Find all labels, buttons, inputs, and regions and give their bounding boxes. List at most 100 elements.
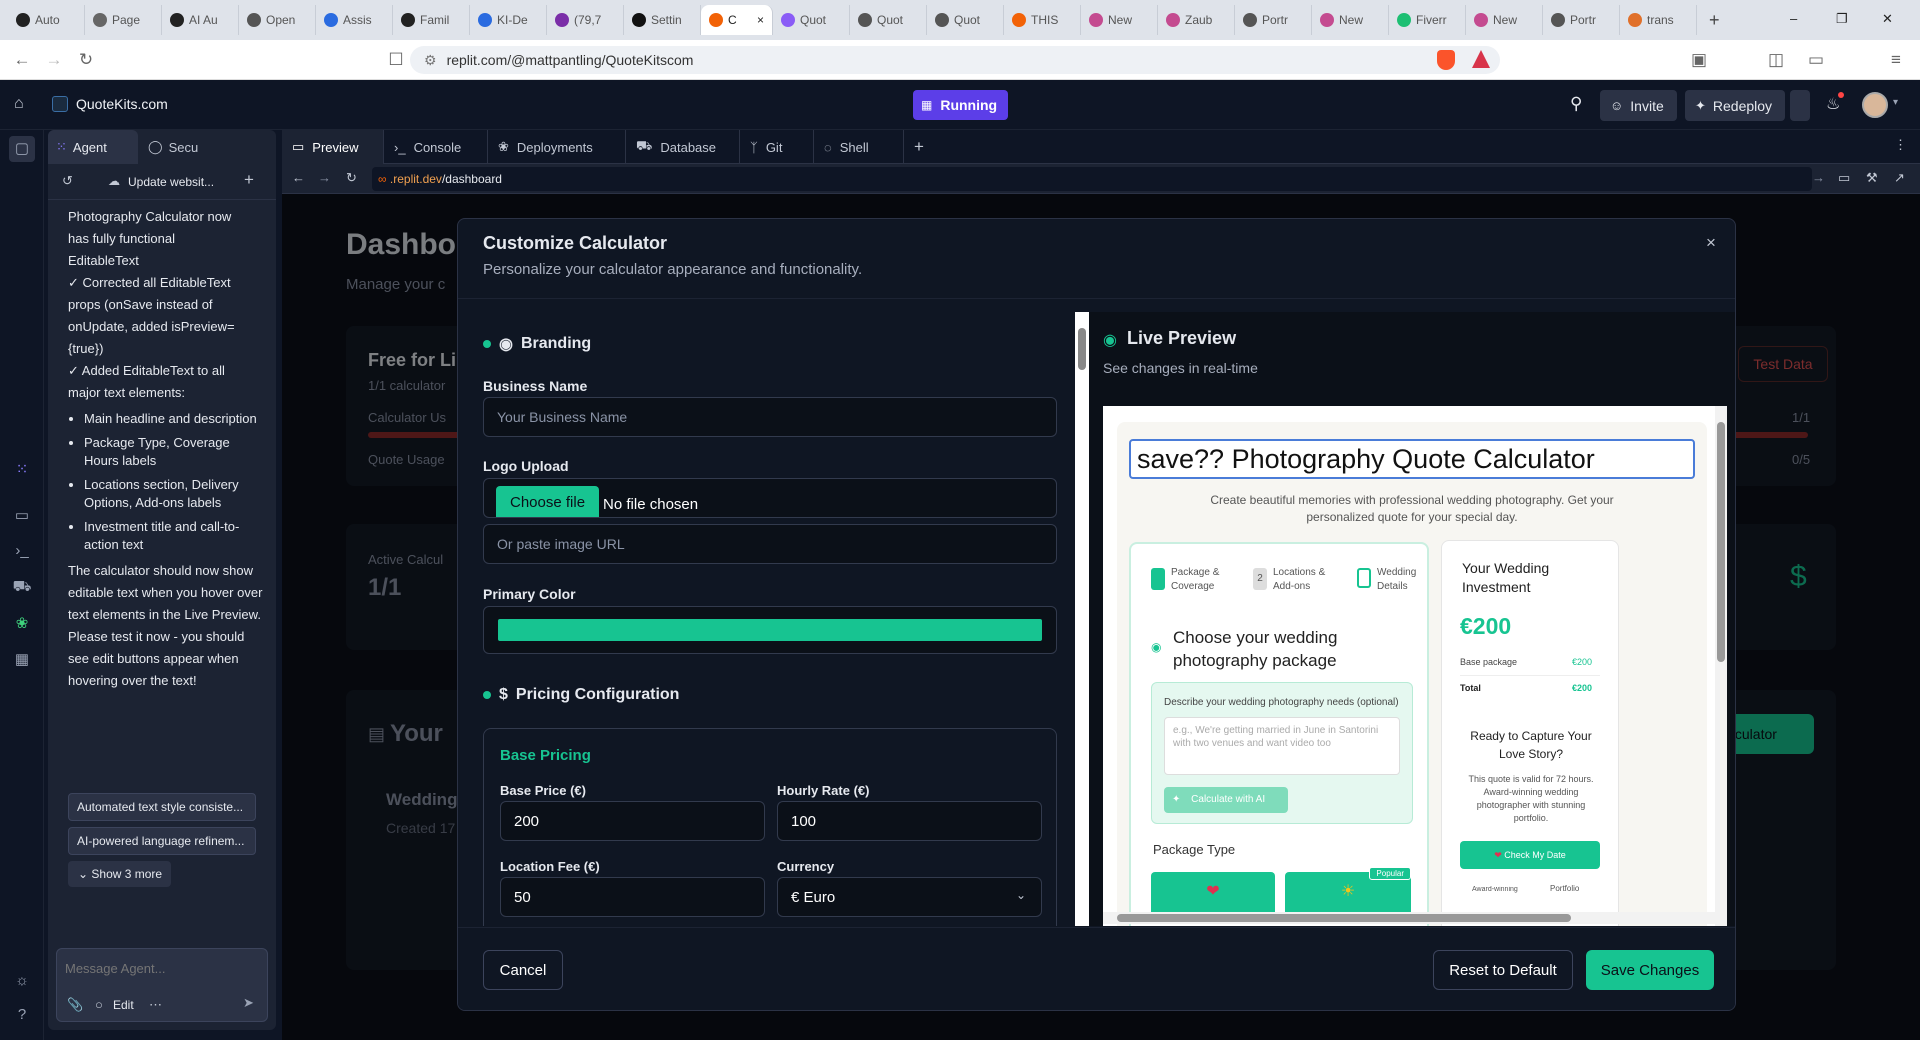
- history-icon[interactable]: ↺: [62, 173, 73, 189]
- browser-tab[interactable]: Portr: [1543, 5, 1620, 35]
- new-thread-icon[interactable]: +: [244, 170, 254, 190]
- browser-tab[interactable]: Zaub: [1158, 5, 1235, 35]
- browser-tab[interactable]: Settin: [624, 5, 701, 35]
- deployments-icon[interactable]: ❀: [12, 614, 32, 634]
- reload-icon[interactable]: ↻: [346, 170, 357, 186]
- reload-icon[interactable]: ↻: [70, 50, 102, 70]
- redeploy-button[interactable]: ✦ Redeploy: [1685, 90, 1785, 121]
- sidebar-icon[interactable]: ◫: [1760, 50, 1792, 70]
- run-button[interactable]: ▦ Running: [913, 90, 1008, 120]
- agent-icon[interactable]: ⁙: [12, 460, 32, 480]
- tab-security[interactable]: ◯ Secu: [140, 130, 206, 164]
- browser-tab[interactable]: Quot: [927, 5, 1004, 35]
- monitor-icon[interactable]: ▭: [12, 506, 32, 526]
- logo-file-input[interactable]: Choose file No file chosen: [483, 478, 1057, 518]
- preview-hscrollbar[interactable]: [1103, 912, 1727, 924]
- primary-color-input[interactable]: [483, 606, 1057, 654]
- attach-icon[interactable]: 📎: [67, 997, 83, 1013]
- reset-button[interactable]: Reset to Default: [1433, 950, 1573, 990]
- extensions-icon[interactable]: ▣: [1683, 50, 1715, 70]
- browser-tab[interactable]: Auto: [8, 5, 85, 35]
- browser-tab[interactable]: Fiverr: [1389, 5, 1466, 35]
- close-window-icon[interactable]: ✕: [1882, 11, 1893, 27]
- wallet-icon[interactable]: ▭: [1800, 50, 1832, 70]
- browser-tab[interactable]: New: [1081, 5, 1158, 35]
- lp-scroll-left[interactable]: [1075, 312, 1089, 926]
- terminal-icon[interactable]: ›_: [12, 542, 32, 562]
- tab-agent[interactable]: ⁙ Agent: [48, 130, 138, 164]
- check-date-button[interactable]: ❤ Check My Date: [1460, 841, 1600, 869]
- browser-tab[interactable]: Open: [239, 5, 316, 35]
- cancel-button[interactable]: Cancel: [483, 950, 563, 990]
- package-option-1[interactable]: ❤: [1151, 872, 1275, 912]
- url-field[interactable]: ⚙ replit.com/@mattpantling/QuoteKitscom: [410, 46, 1500, 74]
- settings-sliders-icon[interactable]: ⋯: [149, 997, 162, 1013]
- save-button[interactable]: Save Changes: [1586, 950, 1714, 990]
- send-icon[interactable]: ➤: [243, 995, 254, 1011]
- menu-icon[interactable]: ≡: [1880, 50, 1912, 70]
- browser-tab[interactable]: C ×: [701, 5, 773, 35]
- forward-icon[interactable]: →: [38, 50, 70, 70]
- close-tab-icon[interactable]: ×: [757, 13, 764, 27]
- thread-title[interactable]: Update websit...: [128, 175, 214, 189]
- brave-rewards-icon[interactable]: [1472, 50, 1490, 68]
- open-arrow-icon[interactable]: →: [1812, 170, 1825, 185]
- deploy-menu-icon[interactable]: [1790, 90, 1810, 121]
- add-tab-icon[interactable]: +: [914, 137, 924, 157]
- location-fee-input[interactable]: 50: [500, 877, 765, 917]
- preview-url-field[interactable]: ∞ .replit.dev/dashboard: [372, 167, 1812, 191]
- search-icon[interactable]: ⚲: [1570, 94, 1582, 114]
- avatar[interactable]: [1862, 92, 1888, 118]
- ai-calc-button[interactable]: ✦ Calculate with AI: [1164, 787, 1288, 813]
- tab-database[interactable]: ⛟ Database: [626, 130, 740, 164]
- chevron-down-icon[interactable]: ▾: [1893, 97, 1898, 108]
- back-icon[interactable]: ←: [6, 50, 38, 70]
- browser-tab[interactable]: KI-De: [470, 5, 547, 35]
- browser-tab[interactable]: trans: [1620, 5, 1697, 35]
- new-window-icon[interactable]: ↗: [1894, 170, 1905, 186]
- browser-tab[interactable]: Assis: [316, 5, 393, 35]
- preview-vscrollbar[interactable]: [1715, 406, 1727, 926]
- site-info-icon[interactable]: ⚙: [424, 52, 437, 69]
- browser-tab[interactable]: Famil: [393, 5, 470, 35]
- calc-headline[interactable]: save?? Photography Quote Calculator: [1129, 439, 1695, 479]
- message-input[interactable]: [65, 957, 255, 979]
- browser-tab[interactable]: Quot: [850, 5, 927, 35]
- show-more-button[interactable]: ⌄ Show 3 more: [68, 861, 171, 887]
- message-box[interactable]: 📎 ○ Edit ⋯ ➤: [56, 948, 268, 1022]
- database-icon[interactable]: ⛟: [12, 578, 32, 598]
- home-icon[interactable]: ⌂: [14, 95, 24, 113]
- tab-preview[interactable]: ▭ Preview: [282, 130, 384, 164]
- new-tab-icon[interactable]: +: [1709, 10, 1720, 31]
- apps-icon[interactable]: ▦: [12, 650, 32, 670]
- bookmark-icon[interactable]: ☐: [380, 50, 412, 70]
- tab-shell[interactable]: ◌ Shell: [814, 130, 904, 164]
- currency-select[interactable]: € Euro ⌄: [777, 877, 1042, 917]
- devtools-icon[interactable]: ⚒: [1866, 170, 1878, 186]
- browser-tab[interactable]: New: [1466, 5, 1543, 35]
- business-name-input[interactable]: Your Business Name: [483, 397, 1057, 437]
- forward-icon[interactable]: →: [318, 170, 331, 185]
- more-icon[interactable]: ⋮: [1894, 137, 1907, 153]
- tab-console[interactable]: ›_ Console: [384, 130, 488, 164]
- invite-button[interactable]: ☺ Invite: [1600, 90, 1677, 121]
- package-option-2[interactable]: ☀ Popular: [1285, 867, 1411, 912]
- help-icon[interactable]: ☼: [12, 972, 32, 992]
- back-icon[interactable]: ←: [292, 170, 305, 185]
- browser-tab[interactable]: THIS: [1004, 5, 1081, 35]
- browser-tab[interactable]: AI Au: [162, 5, 239, 35]
- image-url-input[interactable]: Or paste image URL: [483, 524, 1057, 564]
- maximize-icon[interactable]: ❐: [1836, 11, 1848, 27]
- browser-tab[interactable]: Portr: [1235, 5, 1312, 35]
- tab-git[interactable]: ᛉ Git: [740, 130, 814, 164]
- tab-deployments[interactable]: ❀ Deployments: [488, 130, 626, 164]
- hourly-rate-input[interactable]: 100: [777, 801, 1042, 841]
- ai-textarea[interactable]: e.g., We're getting married in June in S…: [1164, 717, 1400, 775]
- browser-tab[interactable]: Page: [85, 5, 162, 35]
- brave-shield-icon[interactable]: [1437, 50, 1455, 70]
- project-name[interactable]: QuoteKits.com: [76, 96, 168, 112]
- browser-tab[interactable]: New: [1312, 5, 1389, 35]
- suggestion-2[interactable]: AI-powered language refinem...: [68, 827, 256, 855]
- browser-tab[interactable]: Quot: [773, 5, 850, 35]
- edit-icon[interactable]: ○: [95, 997, 103, 1012]
